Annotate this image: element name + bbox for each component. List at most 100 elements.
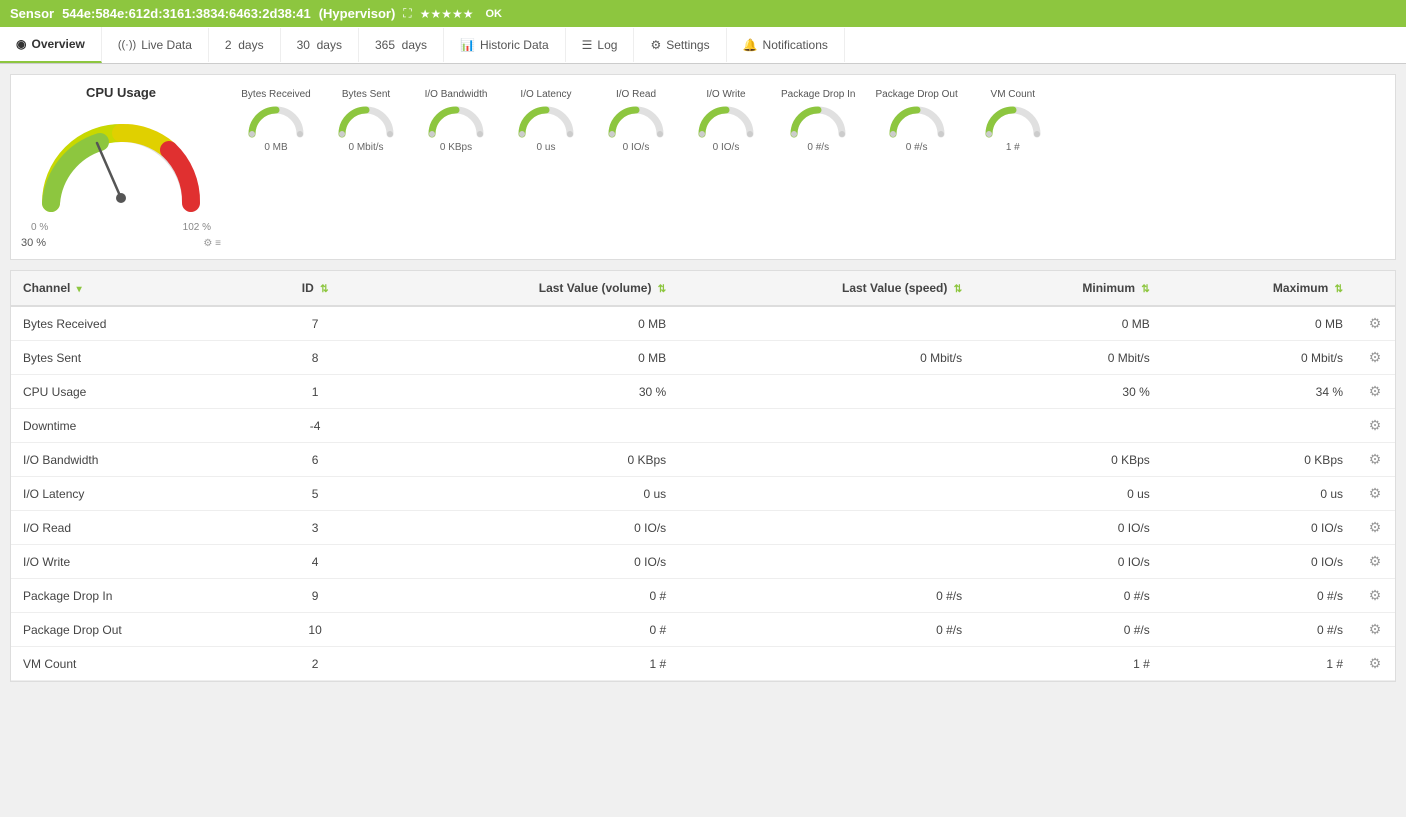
cpu-gauge-title: CPU Usage [86,85,156,100]
cell-minimum: 0 us [974,477,1162,511]
cpu-settings-icon[interactable]: ⚙ ≡ [203,238,221,249]
th-last-speed[interactable]: Last Value (speed) ⇅ [678,271,974,306]
row-gear-button[interactable]: ⚙ [1369,519,1382,536]
metric-item: Bytes Sent 0 Mbit/s [321,85,411,157]
header-mac: 544e:584e:612d:3161:3834:6463:2d38:41 [62,6,311,21]
notification-icon: 🔔 [743,38,758,52]
table-row: CPU Usage 1 30 % 30 % 34 % ⚙ [11,375,1395,409]
metric-item: I/O Latency 0 us [501,85,591,157]
cell-last-speed [678,409,974,443]
metric-name: I/O Latency [520,89,571,100]
live-data-icon: ((·)) [118,39,136,51]
cell-minimum [974,409,1162,443]
metric-value: 0 IO/s [713,142,740,153]
channel-sort-icon: ▾ [77,284,82,295]
row-gear-button[interactable]: ⚙ [1369,655,1382,672]
metric-value: 0 #/s [906,142,928,153]
table-row: Downtime -4 ⚙ [11,409,1395,443]
nav-log-label: Log [597,38,617,52]
header-link-icon: ⛶ [403,6,411,21]
cell-actions[interactable]: ⚙ [1355,375,1395,409]
cell-id: 2 [263,647,367,681]
metric-value: 0 #/s [807,142,829,153]
cell-last-volume: 1 # [367,647,678,681]
table-row: I/O Latency 5 0 us 0 us 0 us ⚙ [11,477,1395,511]
metric-name: VM Count [991,89,1035,100]
cell-last-speed [678,647,974,681]
small-gauge-svg [426,102,486,140]
small-gauge-svg [246,102,306,140]
nav-item-settings[interactable]: ⚙ Settings [634,28,726,62]
metric-value: 0 IO/s [623,142,650,153]
cell-actions[interactable]: ⚙ [1355,579,1395,613]
nav-365days-label: 365 days [375,38,427,52]
data-table-section: Channel ▾ ID ⇅ Last Value (volume) ⇅ Las… [10,270,1396,682]
last-volume-sort-icon: ⇅ [658,284,666,295]
th-channel[interactable]: Channel ▾ [11,271,263,306]
cell-last-volume: 0 us [367,477,678,511]
cell-actions[interactable]: ⚙ [1355,443,1395,477]
nav-item-notifications[interactable]: 🔔 Notifications [727,28,845,62]
metric-item: Package Drop In 0 #/s [771,85,866,157]
row-gear-button[interactable]: ⚙ [1369,451,1382,468]
cell-channel: Package Drop Out [11,613,263,647]
table-row: I/O Write 4 0 IO/s 0 IO/s 0 IO/s ⚙ [11,545,1395,579]
overview-content: CPU Usage 0 % 102 % 30 % [21,85,1385,249]
data-table: Channel ▾ ID ⇅ Last Value (volume) ⇅ Las… [11,271,1395,681]
cell-channel: VM Count [11,647,263,681]
metric-name: I/O Read [616,89,656,100]
maximum-sort-icon: ⇅ [1335,284,1343,295]
cell-minimum: 0 #/s [974,579,1162,613]
nav-item-30days[interactable]: 30 days [281,28,359,62]
nav-item-live-data[interactable]: ((·)) Live Data [102,28,209,62]
cell-last-speed [678,375,974,409]
cell-channel: Bytes Received [11,306,263,341]
metric-name: Bytes Received [241,89,310,100]
cell-minimum: 0 Mbit/s [974,341,1162,375]
th-minimum[interactable]: Minimum ⇅ [974,271,1162,306]
header-stars: ★★★★★ [420,7,474,21]
th-last-volume[interactable]: Last Value (volume) ⇅ [367,271,678,306]
nav-2days-label: 2 days [225,38,264,52]
cell-actions[interactable]: ⚙ [1355,511,1395,545]
cell-id: 7 [263,306,367,341]
cell-maximum: 0 IO/s [1162,545,1355,579]
th-id[interactable]: ID ⇅ [263,271,367,306]
nav-item-historic[interactable]: 📊 Historic Data [444,28,566,62]
cell-actions[interactable]: ⚙ [1355,341,1395,375]
cell-actions[interactable]: ⚙ [1355,613,1395,647]
nav-historic-label: Historic Data [480,38,549,52]
th-actions [1355,271,1395,306]
table-row: Package Drop Out 10 0 # 0 #/s 0 #/s 0 #/… [11,613,1395,647]
row-gear-button[interactable]: ⚙ [1369,485,1382,502]
metric-item: VM Count 1 # [968,85,1058,157]
row-gear-button[interactable]: ⚙ [1369,553,1382,570]
header-type: (Hypervisor) [319,6,396,21]
metric-name: I/O Write [706,89,745,100]
cell-actions[interactable]: ⚙ [1355,647,1395,681]
row-gear-button[interactable]: ⚙ [1369,621,1382,638]
th-maximum[interactable]: Maximum ⇅ [1162,271,1355,306]
nav-item-overview[interactable]: ◉ Overview [0,27,102,63]
row-gear-button[interactable]: ⚙ [1369,587,1382,604]
cell-channel: Downtime [11,409,263,443]
cell-actions[interactable]: ⚙ [1355,409,1395,443]
cell-actions[interactable]: ⚙ [1355,477,1395,511]
metric-value: 1 # [1006,142,1020,153]
row-gear-button[interactable]: ⚙ [1369,383,1382,400]
cell-last-volume: 0 IO/s [367,511,678,545]
row-gear-button[interactable]: ⚙ [1369,315,1382,332]
nav-item-2days[interactable]: 2 days [209,28,281,62]
nav-item-log[interactable]: ☰ Log [566,28,635,62]
metric-name: Package Drop In [781,89,856,100]
cell-actions[interactable]: ⚙ [1355,545,1395,579]
metric-name: Bytes Sent [342,89,390,100]
cell-minimum: 0 IO/s [974,511,1162,545]
cell-id: 8 [263,341,367,375]
cell-actions[interactable]: ⚙ [1355,306,1395,341]
row-gear-button[interactable]: ⚙ [1369,417,1382,434]
nav-item-365days[interactable]: 365 days [359,28,444,62]
cell-channel: Bytes Sent [11,341,263,375]
cpu-current-label: 30 % [21,237,46,249]
row-gear-button[interactable]: ⚙ [1369,349,1382,366]
